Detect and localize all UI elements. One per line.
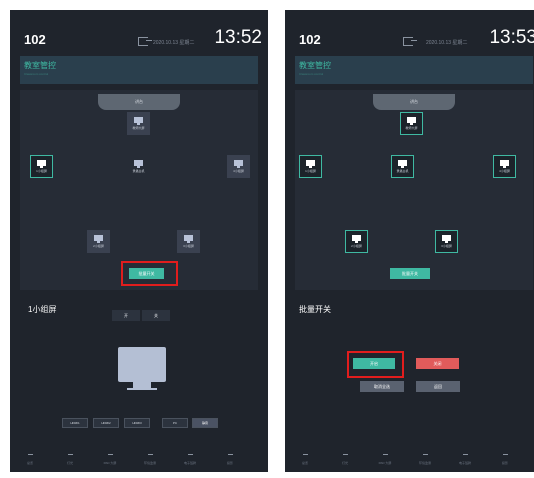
logout-icon[interactable] [403, 37, 417, 46]
bottom-nav: 总览 灯光 PAD 大屏 环境监测 电子班牌 投影 [285, 454, 534, 472]
room-number: 102 [299, 32, 321, 47]
close-button[interactable]: 关闭 [416, 358, 459, 369]
logout-icon[interactable] [138, 37, 152, 46]
device-group4-screen[interactable]: 4小组屏 [493, 155, 516, 178]
section-title: 教室管控 [299, 61, 331, 70]
detail-label: 1小组屏 [28, 305, 57, 314]
back-button[interactable]: 返回 [416, 381, 460, 392]
monitor-icon [407, 117, 416, 125]
device-teacher-screen[interactable]: 教师大屏 [127, 112, 150, 135]
monitor-icon [442, 235, 451, 243]
nav-item[interactable]: 电子班牌 [451, 454, 479, 465]
classroom-map: 讲台 教师大屏 1小组屏 录播主机 4小组屏 2小组屏 3小组屏 批量开关 [20, 90, 258, 290]
section-header: 教室管控 Classroom control [295, 56, 533, 84]
cancel-all-button[interactable]: 取消全选 [360, 381, 404, 392]
monitor-icon [94, 235, 103, 243]
nav-item[interactable]: 环境监测 [136, 454, 164, 465]
device-group2-screen[interactable]: 2小组屏 [345, 230, 368, 253]
device-group3-screen[interactable]: 3小组屏 [435, 230, 458, 253]
nav-item[interactable]: 灯光 [331, 454, 359, 465]
monitor-icon [500, 160, 509, 168]
on-button[interactable]: 开 [112, 310, 140, 321]
host-icon [134, 160, 143, 168]
nav-item[interactable]: 总览 [16, 454, 44, 465]
room-number: 102 [24, 32, 46, 47]
screen-preview-icon [118, 347, 166, 382]
source-hdmi3[interactable]: HDMI3 [124, 418, 150, 428]
section-title: 教室管控 [24, 61, 56, 70]
nav-item[interactable]: 灯光 [56, 454, 84, 465]
mute-button[interactable]: 静音 [192, 418, 218, 428]
source-hdmi1[interactable]: HDMI1 [62, 418, 88, 428]
nav-item[interactable]: 环境监测 [411, 454, 439, 465]
device-group1-screen[interactable]: 1小组屏 [30, 155, 53, 178]
podium: 讲台 [98, 94, 180, 110]
device-group4-screen[interactable]: 4小组屏 [227, 155, 250, 178]
detail-label: 批量开关 [299, 305, 331, 314]
device-group2-screen[interactable]: 2小组屏 [87, 230, 110, 253]
nav-item[interactable]: PAD 大屏 [371, 454, 399, 465]
monitor-icon [306, 160, 315, 168]
section-header: 教室管控 Classroom control [20, 56, 258, 84]
screen-stand [127, 382, 157, 390]
nav-item[interactable]: 投影 [491, 454, 519, 465]
podium: 讲台 [373, 94, 455, 110]
monitor-icon [352, 235, 361, 243]
nav-item[interactable]: PAD 大屏 [96, 454, 124, 465]
monitor-icon [134, 117, 143, 125]
highlight-box [121, 261, 178, 286]
off-button[interactable]: 关 [142, 310, 170, 321]
monitor-icon [37, 160, 46, 168]
classroom-map: 讲台 教师大屏 1小组屏 录播主机 4小组屏 2小组屏 3小组屏 批量开关 [295, 90, 533, 290]
monitor-icon [184, 235, 193, 243]
nav-item[interactable]: 投影 [216, 454, 244, 465]
left-screen: 102 2020.10.13 星期二 13:52 教室管控 Classroom … [10, 10, 268, 472]
date-text: 2020.10.13 星期二 [426, 40, 468, 46]
device-recording-host[interactable]: 录播主机 [391, 155, 414, 178]
source-pc[interactable]: PC [162, 418, 188, 428]
bottom-nav: 总览 灯光 PAD 大屏 环境监测 电子班牌 投影 [10, 454, 268, 472]
device-group1-screen[interactable]: 1小组屏 [299, 155, 322, 178]
device-teacher-screen[interactable]: 教师大屏 [400, 112, 423, 135]
batch-switch-button[interactable]: 批量开关 [390, 268, 430, 279]
nav-item[interactable]: 电子班牌 [176, 454, 204, 465]
right-screen: 102 2020.10.13 星期二 13:53 教室管控 Classroom … [285, 10, 534, 472]
device-group3-screen[interactable]: 3小组屏 [177, 230, 200, 253]
host-icon [398, 160, 407, 168]
source-hdmi2[interactable]: HDMI2 [93, 418, 119, 428]
nav-item[interactable]: 总览 [291, 454, 319, 465]
section-subtitle: Classroom control [24, 72, 49, 76]
clock: 13:53 [489, 27, 534, 48]
highlight-box [347, 351, 404, 378]
section-subtitle: Classroom control [299, 72, 324, 76]
clock: 13:52 [214, 27, 262, 48]
monitor-icon [234, 160, 243, 168]
device-recording-host[interactable]: 录播主机 [127, 155, 150, 178]
date-text: 2020.10.13 星期二 [153, 40, 195, 46]
